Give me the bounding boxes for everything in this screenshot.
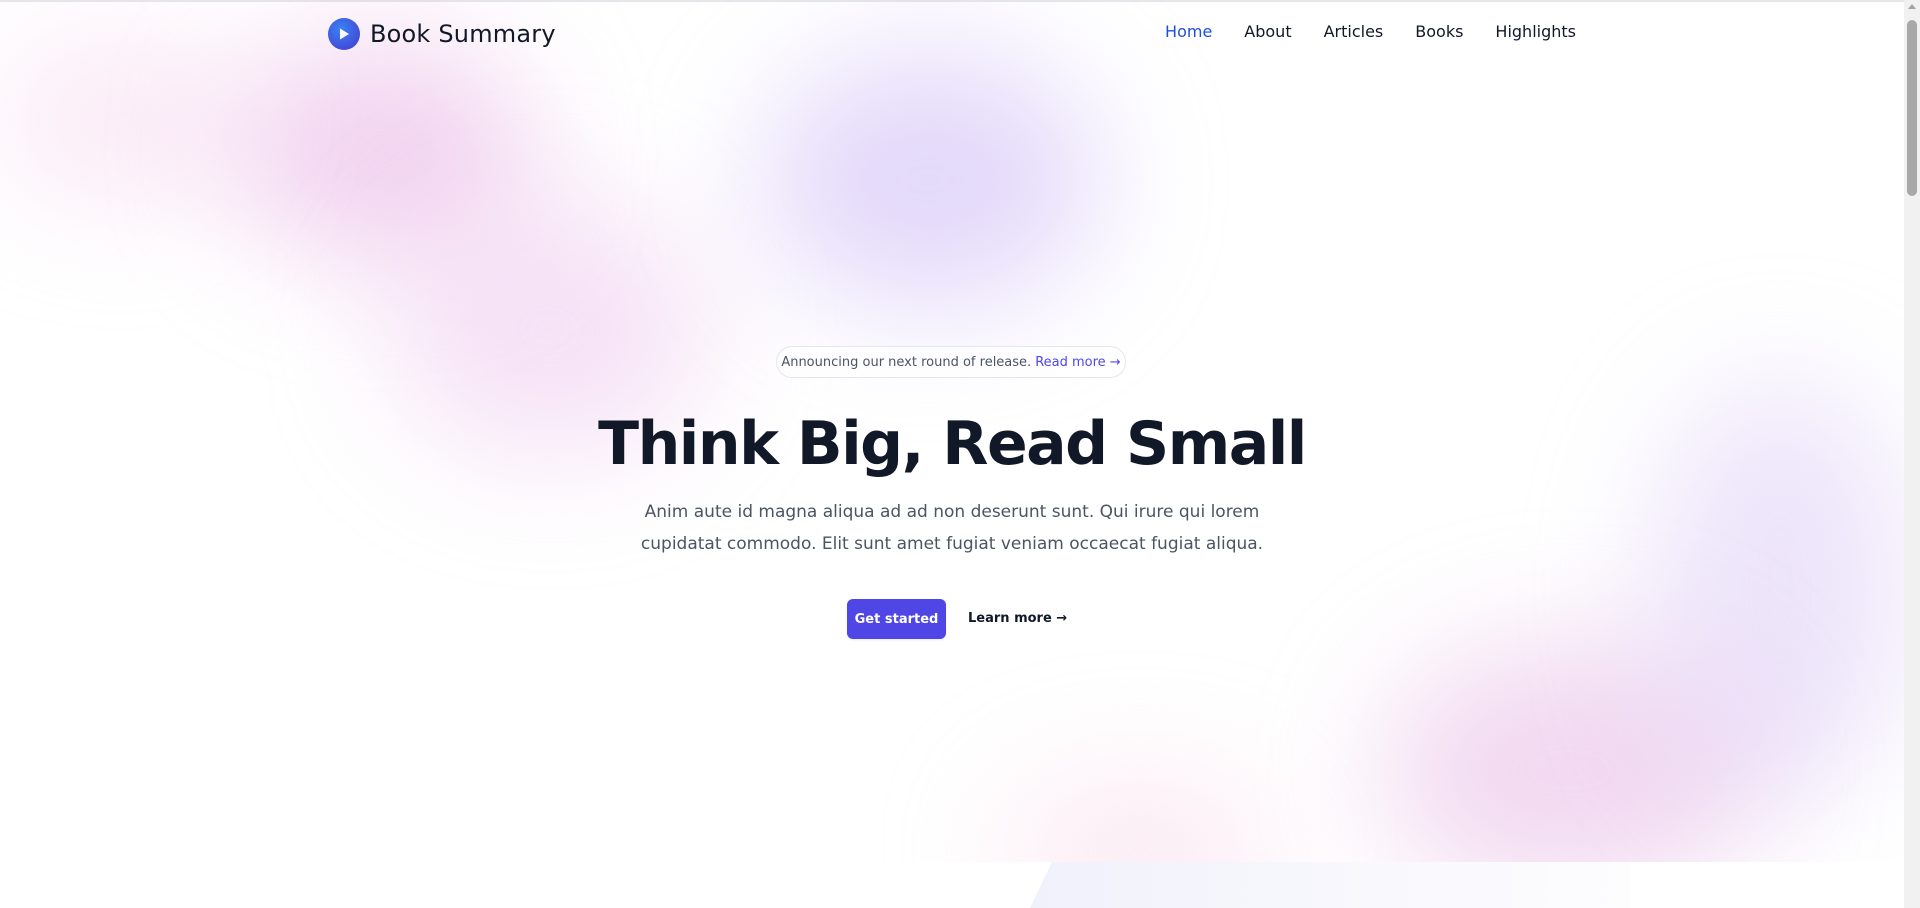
learn-more-link[interactable]: Learn more → [968,608,1067,630]
nav-item-about[interactable]: About [1244,22,1291,41]
page-scrollbar[interactable] [1904,0,1920,908]
background-blob [1650,380,1904,800]
scroll-up-arrow-icon[interactable] [1908,4,1916,9]
nav-item-home[interactable]: Home [1165,22,1212,41]
get-started-button[interactable]: Get started [847,599,946,639]
hero-title: Think Big, Read Small [598,409,1307,479]
main-nav: Home About Articles Books Highlights [1165,22,1576,41]
announcement-text: Announcing our next round of release. [781,354,1032,370]
site-header: Book Summary Home About Articles Books H… [0,0,1904,70]
background-blob [760,50,1100,310]
nav-item-highlights[interactable]: Highlights [1495,22,1576,41]
nav-item-books[interactable]: Books [1415,22,1463,41]
announcement-pill: Announcing our next round of release. Re… [776,346,1126,378]
scrollbar-thumb[interactable] [1907,20,1917,196]
play-circle-icon [328,18,360,50]
background-blob [1380,640,1760,900]
background-blob [230,40,530,260]
brand-name: Book Summary [370,20,556,48]
decorative-shape [1030,862,1630,908]
hero-subtitle: Anim aute id magna aliqua ad ad non dese… [640,502,1264,554]
announcement-read-more-link[interactable]: Read more → [1035,355,1121,370]
nav-item-articles[interactable]: Articles [1324,22,1384,41]
brand-link[interactable]: Book Summary [328,18,556,50]
page: Book Summary Home About Articles Books H… [0,0,1904,908]
